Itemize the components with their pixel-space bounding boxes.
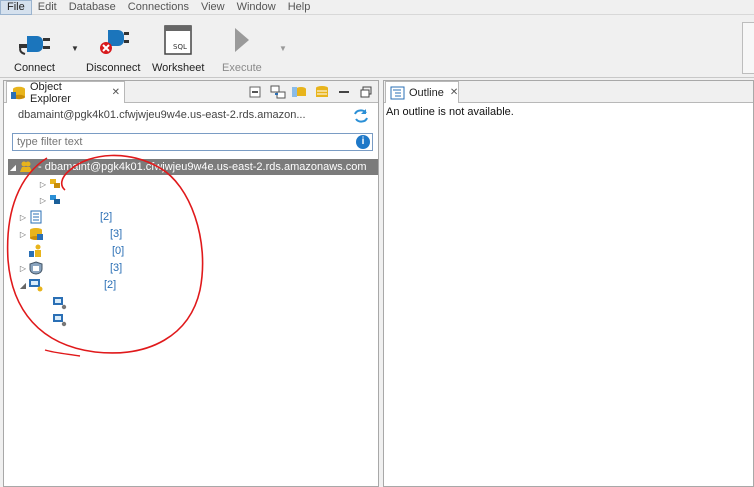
plug-icon — [17, 24, 51, 56]
menu-edit[interactable]: Edit — [32, 0, 63, 15]
expanded-arrow-icon[interactable]: ◢ — [18, 281, 28, 290]
menu-window[interactable]: Window — [231, 0, 282, 15]
menu-connections[interactable]: Connections — [122, 0, 195, 15]
explorer-toolbar — [248, 84, 374, 100]
filter-field[interactable]: i — [12, 133, 373, 151]
connect-button[interactable]: Connect — [14, 24, 55, 74]
count-badge: [2] — [104, 279, 117, 291]
info-icon[interactable]: i — [356, 135, 370, 149]
outline-message: An outline is not available. — [386, 106, 514, 118]
database-icon — [28, 227, 44, 241]
menu-view[interactable]: View — [195, 0, 231, 15]
table-list-icon — [28, 210, 44, 224]
disconnect-button[interactable]: Disconnect — [86, 24, 140, 74]
play-icon — [225, 24, 259, 56]
tree-node-security[interactable]: ▷ [3] — [18, 260, 122, 276]
object-explorer-panel: Object Explorer ✕ dbamaint@pgk4k01.cfwjw… — [3, 80, 379, 487]
menu-bar: File Edit Database Connections View Wind… — [0, 0, 754, 15]
close-icon[interactable]: ✕ — [112, 87, 120, 98]
catalog-icon — [48, 193, 64, 207]
schema-icon — [48, 177, 64, 191]
unplug-icon — [96, 24, 130, 56]
collapsed-arrow-icon[interactable]: ▷ — [18, 264, 28, 273]
maximize-icon[interactable] — [358, 84, 374, 100]
tree-node-catalog[interactable]: ▷ — [38, 192, 68, 208]
tree-node-users[interactable]: [0] — [28, 243, 124, 259]
worksheet-button[interactable]: SQL Worksheet — [152, 24, 204, 74]
collapsed-arrow-icon[interactable]: ▷ — [38, 180, 48, 189]
object-explorer-tabbar: Object Explorer ✕ — [4, 80, 378, 105]
connect-dropdown-caret[interactable]: ▼ — [71, 44, 79, 53]
network-key-icon — [52, 313, 68, 327]
collapse-all-icon[interactable] — [248, 84, 264, 100]
execute-button[interactable]: Execute — [222, 24, 262, 74]
shield-icon — [28, 261, 44, 275]
worksheet-label: Worksheet — [152, 62, 205, 74]
tree-node-tables[interactable]: ▷ [2] — [18, 209, 112, 225]
minimize-icon[interactable] — [336, 84, 352, 100]
tab-outline[interactable]: Outline ✕ — [385, 81, 459, 103]
count-badge: [2] — [100, 211, 113, 223]
main-toolbar: Connect ▼ Disconnect SQL Worksheet Execu… — [0, 16, 754, 78]
filter-database-icon[interactable] — [292, 84, 308, 100]
tab-outline-label: Outline — [409, 86, 444, 99]
count-badge: [3] — [110, 262, 123, 274]
user-group-icon — [28, 244, 44, 258]
collapsed-arrow-icon[interactable]: ▷ — [38, 196, 48, 205]
execute-dropdown-caret[interactable]: ▼ — [279, 44, 287, 53]
tree-root-connection[interactable]: ◢ - dbamaint@pgk4k01.cfwjwjeu9w4e.us-eas… — [8, 159, 378, 175]
link-editor-icon[interactable] — [270, 84, 286, 100]
filter-input[interactable] — [13, 134, 343, 150]
tree-node-databases[interactable]: ▷ [3] — [18, 226, 122, 242]
tab-object-explorer-label: Object Explorer — [30, 80, 71, 105]
disconnect-label: Disconnect — [86, 62, 141, 74]
outline-panel: Outline ✕ An outline is not available. — [383, 80, 754, 487]
menu-help[interactable]: Help — [282, 0, 317, 15]
sql-worksheet-icon: SQL — [161, 24, 195, 56]
connection-label: dbamaint@pgk4k01.cfwjwjeu9w4e.us-east-2.… — [18, 109, 306, 121]
close-icon[interactable]: ✕ — [450, 87, 458, 98]
tree-node-connection-child[interactable] — [52, 312, 72, 328]
svg-text:SQL: SQL — [173, 43, 187, 51]
network-icon — [28, 278, 44, 292]
tab-object-explorer[interactable]: Object Explorer ✕ — [6, 80, 125, 105]
outline-tabbar: Outline ✕ — [384, 81, 753, 103]
expanded-arrow-icon[interactable]: ◢ — [8, 163, 18, 172]
menu-database[interactable]: Database — [63, 0, 122, 15]
network-key-icon — [52, 296, 68, 310]
database-icon — [11, 86, 27, 100]
outline-icon — [390, 86, 406, 100]
root-connection-label: - dbamaint@pgk4k01.cfwjwjeu9w4e.us-east-… — [38, 161, 367, 173]
count-badge: [0] — [112, 245, 125, 257]
tree-node-connection-child[interactable] — [52, 295, 72, 311]
server-icon — [18, 160, 34, 174]
tree-node-schemas[interactable]: ▷ — [38, 176, 68, 192]
connect-label: Connect — [14, 62, 55, 74]
refresh-icon[interactable] — [353, 108, 369, 127]
count-badge: [3] — [110, 228, 123, 240]
menu-file[interactable]: File — [0, 0, 32, 15]
execute-label: Execute — [222, 62, 262, 74]
collapsed-arrow-icon[interactable]: ▷ — [18, 230, 28, 239]
toolbar-overflow[interactable] — [742, 22, 754, 74]
database-list-icon[interactable] — [314, 84, 330, 100]
collapsed-arrow-icon[interactable]: ▷ — [18, 213, 28, 222]
tree-node-connections[interactable]: ◢ [2] — [18, 277, 116, 293]
